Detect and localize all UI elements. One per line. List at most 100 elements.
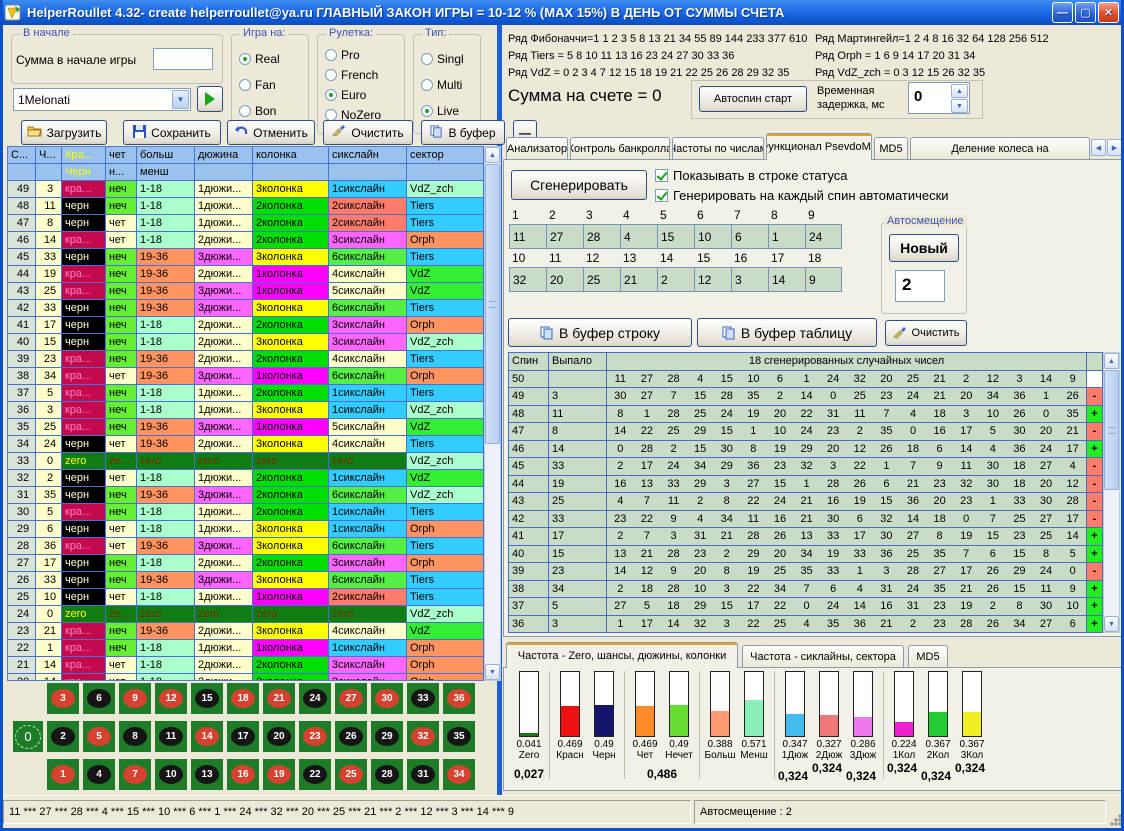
roulette-number-34[interactable]: 34 <box>443 759 475 790</box>
roulette-number-25[interactable]: 25 <box>335 759 367 790</box>
radio-singl[interactable]: Singl <box>421 52 464 66</box>
radio-dot-icon[interactable] <box>421 105 433 117</box>
freq-tab-2[interactable]: Частота - сиклайны, сектора <box>742 645 904 667</box>
autospin-start-button[interactable]: Автоспин старт <box>699 86 807 112</box>
buffer-table-button[interactable]: В буфер таблицу <box>697 318 877 347</box>
roulette-number-32[interactable]: 32 <box>407 721 439 752</box>
history-scrollbar[interactable]: ▲ ▼ <box>484 146 501 681</box>
roulette-number-18[interactable]: 18 <box>227 683 259 714</box>
roulette-number-15[interactable]: 15 <box>191 683 223 714</box>
delay-spinner[interactable]: 0 ▲ ▼ <box>908 82 970 114</box>
radio-dot-icon[interactable] <box>239 79 251 91</box>
tab-3[interactable]: Частоты по числам <box>672 137 764 159</box>
roulette-number-33[interactable]: 33 <box>407 683 439 714</box>
spins-scroll-down-icon[interactable]: ▼ <box>1104 616 1119 632</box>
tab-2[interactable]: Контроль банкролла <box>570 137 670 159</box>
radio-live[interactable]: Live <box>421 104 459 118</box>
radio-dot-icon[interactable] <box>239 105 251 117</box>
spins-scrollbar[interactable]: ▲ ▼ <box>1103 352 1120 633</box>
start-sum-input[interactable] <box>153 48 213 70</box>
roulette-number-1[interactable]: 1 <box>47 759 79 790</box>
maximize-button[interactable]: ▢ <box>1075 2 1096 23</box>
history-scroll-up-icon[interactable]: ▲ <box>485 147 500 163</box>
close-button[interactable]: ✕ <box>1098 2 1119 23</box>
roulette-number-10[interactable]: 10 <box>155 759 187 790</box>
radio-dot-icon[interactable] <box>325 89 337 101</box>
roulette-number-8[interactable]: 8 <box>119 721 151 752</box>
freq-tab-1[interactable]: Частота - Zero, шансы, дюжины, колонки <box>506 642 738 668</box>
radio-dot-icon[interactable] <box>239 53 251 65</box>
spins-scroll-thumb[interactable] <box>1104 370 1119 490</box>
roulette-number-22[interactable]: 22 <box>299 759 331 790</box>
roulette-number-17[interactable]: 17 <box>227 721 259 752</box>
radio-multi[interactable]: Multi <box>421 78 462 92</box>
roulette-zero-cell[interactable]: 0 <box>13 721 43 752</box>
toolbar-button-3[interactable]: Отменить <box>227 120 315 145</box>
autoshift-value[interactable]: 2 <box>895 270 945 302</box>
buffer-row-button[interactable]: В буфер строку <box>508 318 692 347</box>
toolbar-button-1[interactable]: Загрузить <box>21 120 107 145</box>
history-scroll-thumb[interactable] <box>485 164 500 444</box>
delay-down-icon[interactable]: ▼ <box>951 99 968 113</box>
roulette-number-13[interactable]: 13 <box>191 759 223 790</box>
roulette-number-27[interactable]: 27 <box>335 683 367 714</box>
toolbar-button-2[interactable]: Сохранить <box>123 120 221 145</box>
toolbar-button-4[interactable]: Очистить <box>323 120 413 145</box>
checkbox-auto-generate[interactable]: Генерировать на каждый спин автоматическ… <box>655 188 949 203</box>
roulette-number-4[interactable]: 4 <box>83 759 115 790</box>
radio-dot-icon[interactable] <box>325 69 337 81</box>
generator-clear-button[interactable]: Очистить <box>885 320 967 346</box>
roulette-number-28[interactable]: 28 <box>371 759 403 790</box>
roulette-number-26[interactable]: 26 <box>335 721 367 752</box>
roulette-number-2[interactable]: 2 <box>47 721 79 752</box>
minimize-button[interactable]: — <box>1052 2 1073 23</box>
roulette-number-21[interactable]: 21 <box>263 683 295 714</box>
tab-1[interactable]: Анализатор <box>506 137 568 159</box>
radio-french[interactable]: French <box>325 68 378 82</box>
history-scroll-down-icon[interactable]: ▼ <box>485 664 500 680</box>
generate-button[interactable]: Сгенерировать <box>511 170 647 200</box>
roulette-number-29[interactable]: 29 <box>371 721 403 752</box>
spins-scroll-up-icon[interactable]: ▲ <box>1104 353 1119 369</box>
radio-dot-icon[interactable] <box>421 79 433 91</box>
checkbox-show-status[interactable]: Показывать в строке статуса <box>655 168 848 183</box>
tab-4[interactable]: Функционал PsevdoMS <box>766 133 872 160</box>
roulette-number-9[interactable]: 9 <box>119 683 151 714</box>
roulette-number-19[interactable]: 19 <box>263 759 295 790</box>
radio-fan[interactable]: Fan <box>239 78 276 92</box>
roulette-number-30[interactable]: 30 <box>371 683 403 714</box>
roulette-number-3[interactable]: 3 <box>47 683 79 714</box>
radio-bon[interactable]: Bon <box>239 104 276 118</box>
radio-euro[interactable]: Euro <box>325 88 366 102</box>
roulette-number-24[interactable]: 24 <box>299 683 331 714</box>
roulette-number-16[interactable]: 16 <box>227 759 259 790</box>
tab-5[interactable]: MD5 <box>874 137 908 159</box>
preset-combobox[interactable]: 1Melonati ▼ <box>13 88 191 111</box>
radio-dot-icon[interactable] <box>325 49 337 61</box>
roulette-number-14[interactable]: 14 <box>191 721 223 752</box>
roulette-number-11[interactable]: 11 <box>155 721 187 752</box>
autoshift-new-button[interactable]: Новый <box>889 234 959 262</box>
checkbox-auto-generate-box[interactable] <box>655 189 668 202</box>
tab-6[interactable]: Деление колеса на <box>910 137 1090 159</box>
radio-pro[interactable]: Pro <box>325 48 360 62</box>
tabs-scroll-right-icon[interactable]: ▶ <box>1107 139 1122 156</box>
roulette-number-35[interactable]: 35 <box>443 721 475 752</box>
roulette-number-36[interactable]: 36 <box>443 683 475 714</box>
delay-up-icon[interactable]: ▲ <box>951 84 968 98</box>
roulette-number-20[interactable]: 20 <box>263 721 295 752</box>
roulette-number-31[interactable]: 31 <box>407 759 439 790</box>
roulette-number-7[interactable]: 7 <box>119 759 151 790</box>
tabs-scroll-left-icon[interactable]: ◀ <box>1091 139 1106 156</box>
roulette-number-12[interactable]: 12 <box>155 683 187 714</box>
resize-grip-icon[interactable] <box>1110 814 1122 826</box>
freq-tab-3[interactable]: MD5 <box>908 645 948 667</box>
toolbar-button-5[interactable]: В буфер <box>421 120 505 145</box>
radio-dot-icon[interactable] <box>421 53 433 65</box>
roulette-number-6[interactable]: 6 <box>83 683 115 714</box>
run-preset-button[interactable] <box>197 86 223 112</box>
combobox-dropdown-icon[interactable]: ▼ <box>172 90 189 109</box>
roulette-number-23[interactable]: 23 <box>299 721 331 752</box>
checkbox-show-status-box[interactable] <box>655 169 668 182</box>
roulette-number-5[interactable]: 5 <box>83 721 115 752</box>
